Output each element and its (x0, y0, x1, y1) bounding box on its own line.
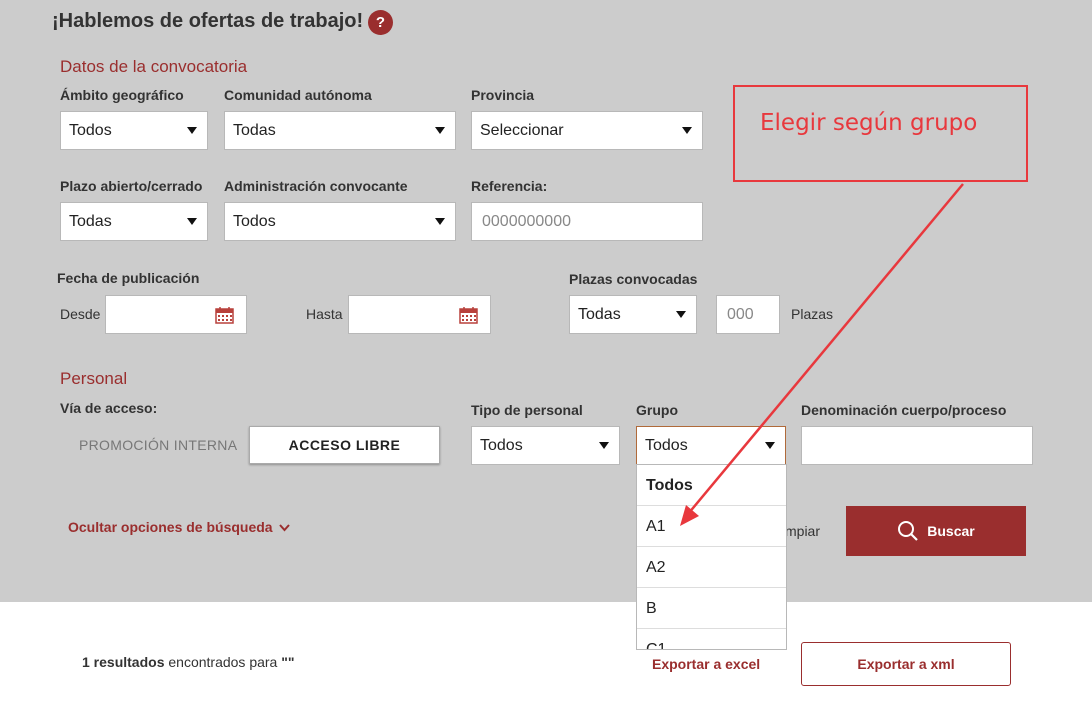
via-label: Vía de acceso: (60, 400, 158, 416)
plazo-value: Todas (69, 213, 112, 230)
plazas-label: Plazas convocadas (569, 271, 698, 287)
grupo-label: Grupo (636, 402, 678, 418)
calendar-icon[interactable] (459, 306, 478, 324)
hasta-date-input[interactable] (348, 295, 491, 334)
grupo-value: Todos (645, 437, 688, 454)
promocion-interna-option[interactable]: PROMOCIÓN INTERNA (79, 437, 237, 453)
toggle-options-label: Ocultar opciones de búsqueda (68, 519, 273, 535)
grupo-option-b[interactable]: B (637, 588, 786, 629)
hasta-label: Hasta (306, 306, 343, 322)
plazas-suffix: Plazas (791, 306, 834, 322)
limpiar-link[interactable]: mpiar (785, 523, 820, 539)
caret-down-icon (187, 127, 197, 134)
plazas-value: Todas (578, 306, 621, 323)
ambito-select[interactable]: Todos (60, 111, 208, 150)
section-title-convocatoria: Datos de la convocatoria (60, 57, 248, 76)
referencia-input[interactable]: 0000000000 (471, 202, 703, 241)
results-summary: 1 resultados encontrados para "" (82, 654, 295, 670)
chevron-down-icon (279, 524, 291, 532)
denominacion-input[interactable] (801, 426, 1033, 465)
grupo-option-todos[interactable]: Todos (637, 465, 786, 506)
comunidad-value: Todas (233, 122, 276, 139)
caret-down-icon (765, 442, 775, 449)
caret-down-icon (435, 127, 445, 134)
tipo-value: Todos (480, 437, 523, 454)
caret-down-icon (682, 127, 692, 134)
page-title: ¡Hablemos de ofertas de trabajo! (52, 10, 364, 32)
help-icon[interactable]: ? (368, 10, 393, 35)
acceso-libre-option[interactable]: ACCESO LIBRE (249, 426, 440, 464)
toggle-options-link[interactable]: Ocultar opciones de búsqueda (68, 519, 291, 535)
desde-label: Desde (60, 306, 101, 322)
administracion-select[interactable]: Todos (224, 202, 456, 241)
grupo-dropdown: Todos A1 A2 B C1 (636, 464, 787, 650)
provincia-value: Seleccionar (480, 122, 564, 139)
provincia-select[interactable]: Seleccionar (471, 111, 703, 150)
tipo-label: Tipo de personal (471, 402, 583, 418)
comunidad-label: Comunidad autónoma (224, 87, 372, 103)
results-text: encontrados para (168, 654, 278, 670)
results-count: 1 resultados (82, 654, 165, 670)
caret-down-icon (435, 218, 445, 225)
comunidad-select[interactable]: Todas (224, 111, 456, 150)
results-query: "" (281, 654, 295, 670)
provincia-label: Provincia (471, 87, 535, 103)
plazas-select[interactable]: Todas (569, 295, 697, 334)
grupo-option-c1[interactable]: C1 (637, 629, 786, 649)
denominacion-label: Denominación cuerpo/proceso (801, 402, 1007, 418)
desde-date-input[interactable] (105, 295, 247, 334)
caret-down-icon (187, 218, 197, 225)
referencia-label: Referencia: (471, 178, 548, 194)
export-excel-link[interactable]: Exportar a excel (652, 656, 760, 672)
administracion-value: Todos (233, 213, 276, 230)
grupo-option-a2[interactable]: A2 (637, 547, 786, 588)
search-icon (898, 521, 919, 541)
ambito-label: Ámbito geográfico (60, 87, 184, 103)
buscar-button[interactable]: Buscar (846, 506, 1026, 556)
plazo-select[interactable]: Todas (60, 202, 208, 241)
plazo-label: Plazo abierto/cerrado (60, 178, 203, 194)
grupo-select[interactable]: Todos (636, 426, 786, 465)
administracion-label: Administración convocante (224, 178, 408, 194)
caret-down-icon (599, 442, 609, 449)
section-title-personal: Personal (60, 369, 128, 388)
grupo-option-a1[interactable]: A1 (637, 506, 786, 547)
fecha-label: Fecha de publicación (57, 270, 200, 286)
ambito-value: Todos (69, 122, 112, 139)
annotation-text: Elegir según grupo (760, 110, 978, 136)
buscar-label: Buscar (927, 523, 975, 539)
caret-down-icon (676, 311, 686, 318)
tipo-select[interactable]: Todos (471, 426, 620, 465)
plazas-count-input[interactable]: 000 (716, 295, 780, 334)
export-xml-button[interactable]: Exportar a xml (801, 642, 1011, 686)
calendar-icon[interactable] (215, 306, 234, 324)
